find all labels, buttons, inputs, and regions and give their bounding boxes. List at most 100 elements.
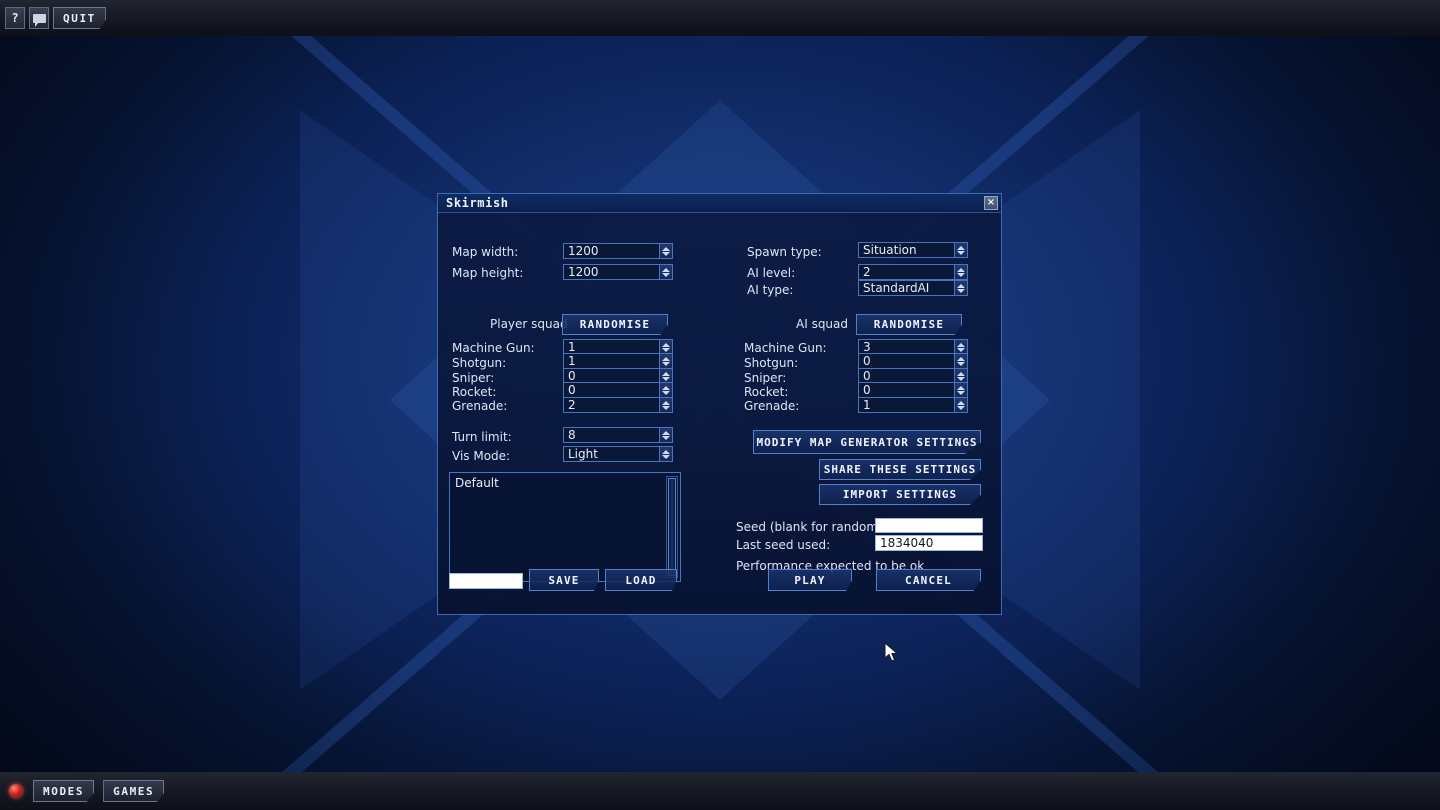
spawn-type-stepper[interactable] bbox=[954, 243, 967, 257]
seed-input[interactable] bbox=[875, 518, 983, 533]
chevron-down-icon[interactable] bbox=[662, 361, 670, 366]
presets-listbox[interactable]: Default bbox=[449, 472, 681, 582]
list-item[interactable]: Default bbox=[450, 473, 680, 490]
player-sniper-label: Sniper: bbox=[452, 371, 495, 385]
chevron-down-icon[interactable] bbox=[662, 454, 670, 459]
player-squad-heading: Player squad bbox=[490, 317, 568, 331]
player-sniper-stepper[interactable] bbox=[659, 369, 672, 383]
chevron-down-icon[interactable] bbox=[957, 347, 965, 352]
speech-bubble-icon[interactable] bbox=[29, 7, 49, 29]
chevron-up-icon[interactable] bbox=[662, 371, 670, 376]
chevron-up-icon[interactable] bbox=[662, 430, 670, 435]
import-settings-button[interactable]: IMPORT SETTINGS bbox=[819, 484, 981, 505]
chevron-down-icon[interactable] bbox=[957, 272, 965, 277]
chevron-down-icon[interactable] bbox=[957, 390, 965, 395]
help-icon[interactable]: ? bbox=[5, 7, 25, 29]
chevron-down-icon[interactable] bbox=[957, 376, 965, 381]
ai-level-stepper[interactable] bbox=[954, 265, 967, 279]
recording-indicator-icon[interactable] bbox=[8, 783, 24, 799]
close-icon[interactable]: × bbox=[984, 196, 998, 210]
chevron-up-icon[interactable] bbox=[662, 342, 670, 347]
ai-grenade-stepper[interactable] bbox=[954, 398, 967, 412]
turn-limit-input[interactable]: 8 bbox=[563, 427, 673, 443]
player-rocket-input[interactable]: 0 bbox=[563, 382, 673, 398]
turn-limit-label: Turn limit: bbox=[452, 430, 512, 444]
cancel-button-label: CANCEL bbox=[905, 573, 952, 587]
player-machine-gun-stepper[interactable] bbox=[659, 340, 672, 354]
map-height-input[interactable]: 1200 bbox=[563, 264, 673, 280]
ai-type-label: AI type: bbox=[747, 283, 794, 297]
chevron-down-icon[interactable] bbox=[957, 361, 965, 366]
ai-level-value: 2 bbox=[863, 265, 871, 279]
player-squad-randomise-label: RANDOMISE bbox=[579, 318, 651, 331]
presets-scrollbar[interactable] bbox=[666, 476, 678, 578]
presets-scrollbar-thumb[interactable] bbox=[668, 478, 676, 576]
map-width-stepper[interactable] bbox=[659, 244, 672, 258]
chevron-up-icon[interactable] bbox=[957, 283, 965, 288]
ai-squad-randomise-label: RANDOMISE bbox=[873, 318, 945, 331]
chevron-up-icon[interactable] bbox=[957, 267, 965, 272]
modify-map-generator-settings-button[interactable]: MODIFY MAP GENERATOR SETTINGS bbox=[753, 430, 981, 454]
chevron-down-icon[interactable] bbox=[662, 376, 670, 381]
map-width-input[interactable]: 1200 bbox=[563, 243, 673, 259]
player-grenade-input[interactable]: 2 bbox=[563, 397, 673, 413]
ai-rocket-input[interactable]: 0 bbox=[858, 382, 968, 398]
ai-rocket-stepper[interactable] bbox=[954, 383, 967, 397]
map-height-label: Map height: bbox=[452, 266, 524, 280]
ai-sniper-stepper[interactable] bbox=[954, 369, 967, 383]
ai-type-stepper[interactable] bbox=[954, 281, 967, 295]
chevron-down-icon[interactable] bbox=[662, 390, 670, 395]
save-button[interactable]: SAVE bbox=[529, 569, 599, 591]
ai-shotgun-stepper[interactable] bbox=[954, 354, 967, 368]
modes-button[interactable]: MODES bbox=[33, 780, 95, 802]
ai-shotgun-input[interactable]: 0 bbox=[858, 353, 968, 369]
turn-limit-stepper[interactable] bbox=[659, 428, 672, 442]
chevron-up-icon[interactable] bbox=[957, 371, 965, 376]
chevron-down-icon[interactable] bbox=[662, 347, 670, 352]
dialog-titlebar[interactable]: Skirmish × bbox=[438, 194, 1001, 213]
map-height-stepper[interactable] bbox=[659, 265, 672, 279]
ai-grenade-input[interactable]: 1 bbox=[858, 397, 968, 413]
player-rocket-stepper[interactable] bbox=[659, 383, 672, 397]
games-button-label: GAMES bbox=[113, 784, 155, 798]
preset-name-input[interactable] bbox=[449, 573, 523, 589]
player-shotgun-input[interactable]: 1 bbox=[563, 353, 673, 369]
load-button[interactable]: LOAD bbox=[605, 569, 677, 591]
chevron-up-icon[interactable] bbox=[662, 400, 670, 405]
spawn-type-select[interactable]: Situation bbox=[858, 242, 968, 258]
last-seed-label: Last seed used: bbox=[736, 538, 831, 552]
ai-squad-randomise-button[interactable]: RANDOMISE bbox=[856, 314, 962, 335]
chevron-down-icon[interactable] bbox=[662, 272, 670, 277]
chevron-up-icon[interactable] bbox=[957, 400, 965, 405]
chevron-down-icon[interactable] bbox=[662, 251, 670, 256]
chevron-up-icon[interactable] bbox=[957, 385, 965, 390]
chevron-up-icon[interactable] bbox=[957, 245, 965, 250]
share-these-settings-button[interactable]: SHARE THESE SETTINGS bbox=[819, 459, 981, 480]
chevron-up-icon[interactable] bbox=[957, 342, 965, 347]
cancel-button[interactable]: CANCEL bbox=[876, 569, 981, 591]
chevron-down-icon[interactable] bbox=[957, 250, 965, 255]
vis-mode-select[interactable]: Light bbox=[563, 446, 673, 462]
games-button[interactable]: GAMES bbox=[103, 780, 165, 802]
play-button[interactable]: PLAY bbox=[768, 569, 852, 591]
chevron-up-icon[interactable] bbox=[662, 246, 670, 251]
chevron-down-icon[interactable] bbox=[662, 405, 670, 410]
ai-sniper-value: 0 bbox=[863, 369, 871, 383]
chevron-up-icon[interactable] bbox=[662, 385, 670, 390]
ai-machine-gun-stepper[interactable] bbox=[954, 340, 967, 354]
ai-type-select[interactable]: StandardAI bbox=[858, 280, 968, 296]
chevron-down-icon[interactable] bbox=[662, 435, 670, 440]
modes-button-label: MODES bbox=[43, 784, 85, 798]
ai-level-input[interactable]: 2 bbox=[858, 264, 968, 280]
chevron-up-icon[interactable] bbox=[662, 449, 670, 454]
vis-mode-stepper[interactable] bbox=[659, 447, 672, 461]
chevron-up-icon[interactable] bbox=[957, 356, 965, 361]
chevron-down-icon[interactable] bbox=[957, 405, 965, 410]
quit-button[interactable]: QUIT bbox=[53, 7, 106, 29]
player-shotgun-stepper[interactable] bbox=[659, 354, 672, 368]
chevron-down-icon[interactable] bbox=[957, 288, 965, 293]
player-grenade-stepper[interactable] bbox=[659, 398, 672, 412]
chevron-up-icon[interactable] bbox=[662, 267, 670, 272]
chevron-up-icon[interactable] bbox=[662, 356, 670, 361]
player-squad-randomise-button[interactable]: RANDOMISE bbox=[562, 314, 668, 335]
